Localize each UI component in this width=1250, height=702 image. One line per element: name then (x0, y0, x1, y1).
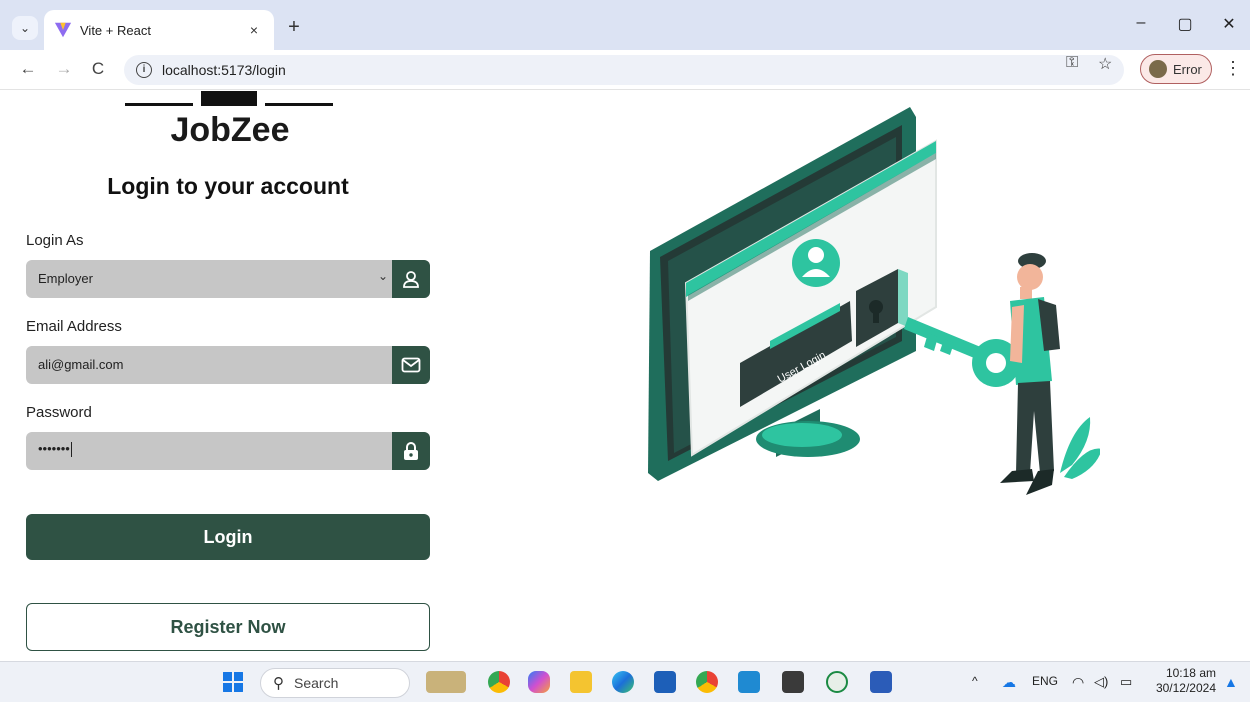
address-url: localhost:5173/login (162, 62, 286, 78)
address-bar[interactable]: i localhost:5173/login (124, 55, 1124, 85)
mongodb-icon[interactable] (826, 671, 848, 693)
browser-tab-bar: ⌄ Vite + React × + – ▢ ✕ (0, 0, 1250, 50)
login-button[interactable]: Login (26, 514, 430, 560)
battery-icon[interactable]: ▭ (1120, 674, 1132, 690)
back-button[interactable]: ← (16, 58, 40, 82)
cloud-sync-icon[interactable]: ☁ (1002, 674, 1016, 691)
chrome-profile-icon[interactable] (696, 671, 718, 693)
brand-name: JobZee (170, 111, 290, 149)
profile-button[interactable]: Error (1140, 54, 1212, 84)
email-value: ali@gmail.com (38, 357, 124, 372)
chrome-icon[interactable] (488, 671, 510, 693)
notification-bell-icon[interactable]: ▲ (1224, 674, 1238, 690)
close-window-button[interactable]: ✕ (1214, 14, 1244, 34)
lock-icon (392, 432, 430, 470)
tab-title: Vite + React (80, 22, 151, 38)
password-field[interactable]: ••••••• (26, 432, 430, 470)
page-title: Login to your account (107, 173, 349, 199)
taskbar-search-text: Search (294, 675, 339, 691)
browser-tab[interactable]: Vite + React × (44, 10, 274, 50)
register-button[interactable]: Register Now (26, 603, 430, 651)
word-icon[interactable] (870, 671, 892, 693)
wifi-icon[interactable]: ◠ (1072, 674, 1084, 691)
bookmark-star-icon[interactable]: ☆ (1098, 54, 1112, 74)
chevron-down-icon: ⌄ (19, 21, 31, 35)
reload-button[interactable]: C (86, 58, 110, 82)
mail-icon (392, 346, 430, 384)
avatar (1149, 60, 1167, 78)
terminal-icon[interactable] (782, 671, 804, 693)
profile-label: Error (1173, 61, 1202, 77)
copilot-icon[interactable] (528, 671, 550, 693)
volume-icon[interactable]: ◁) (1094, 674, 1108, 690)
password-value: ••••••• (38, 441, 70, 456)
system-clock[interactable]: 10:18 am 30/12/2024 (1150, 666, 1216, 696)
store-icon[interactable] (654, 671, 676, 693)
search-icon: ⚲ (273, 675, 284, 692)
email-label: Email Address (26, 318, 122, 335)
forward-button[interactable]: → (52, 58, 76, 82)
logo-graphic (125, 91, 333, 106)
minimize-button[interactable]: – (1126, 14, 1156, 32)
chevron-down-icon: ⌄ (378, 269, 389, 283)
tab-close-icon[interactable]: × (244, 22, 264, 38)
login-page: JobZee Login to your account Login As Em… (0, 91, 1250, 661)
windows-start-icon[interactable] (222, 671, 244, 693)
role-select[interactable]: Employer ⌄ (26, 260, 430, 298)
role-label: Login As (26, 232, 84, 249)
taskbar-search[interactable]: ⚲ Search (260, 668, 410, 698)
new-tab-button[interactable]: + (282, 16, 306, 40)
taskbar: ⚲ Search ^ ☁ ENG ◠ ◁) ▭ 10:18 am 30/12/2… (0, 661, 1250, 702)
user-icon (392, 260, 430, 298)
tray-chevron-up-icon[interactable]: ^ (972, 674, 978, 688)
vite-logo-icon (54, 22, 72, 38)
clock-date: 30/12/2024 (1155, 681, 1216, 695)
clock-time: 10:18 am (1165, 666, 1216, 680)
text-cursor (70, 442, 72, 458)
email-field[interactable]: ali@gmail.com (26, 346, 430, 384)
restore-button[interactable]: ▢ (1170, 14, 1200, 34)
password-label: Password (26, 404, 92, 421)
tab-search-button[interactable]: ⌄ (12, 16, 38, 40)
login-illustration: User Login (648, 107, 1100, 495)
widgets-icon[interactable] (426, 671, 466, 693)
language-indicator[interactable]: ENG (1032, 674, 1058, 688)
vscode-icon[interactable] (738, 671, 760, 693)
browser-toolbar: ← → C i localhost:5173/login ⚿ ☆ Error ⋮ (0, 50, 1250, 90)
role-select-value: Employer (38, 271, 93, 286)
file-explorer-icon[interactable] (570, 671, 592, 693)
site-info-icon[interactable]: i (136, 62, 152, 78)
password-key-icon[interactable]: ⚿ (1066, 54, 1078, 72)
browser-menu-icon[interactable]: ⋮ (1224, 58, 1242, 79)
edge-icon[interactable] (612, 671, 634, 693)
